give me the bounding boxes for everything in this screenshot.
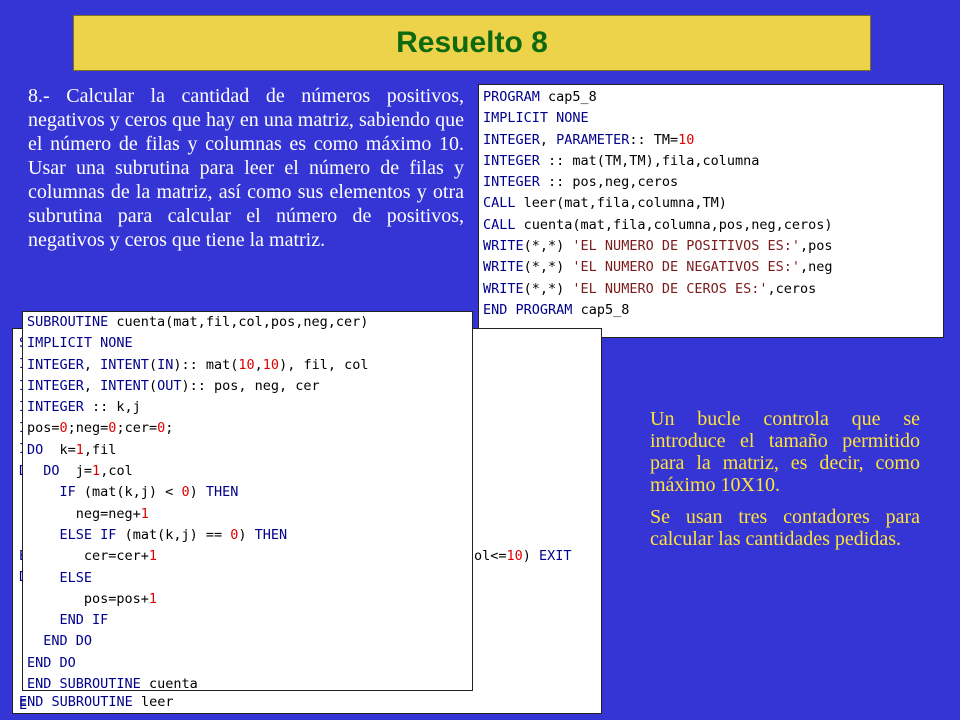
cuenta-code-line: cer=cer+1 — [27, 548, 158, 565]
program-code-line: INTEGER, PARAMETER:: TM=10 — [483, 131, 695, 148]
leer-end-line: END SUBROUTINE leer — [19, 693, 174, 710]
cuenta-code-line: SUBROUTINE cuenta(mat,fil,col,pos,neg,ce… — [27, 314, 369, 330]
cuenta-code-line: neg=neg+1 — [27, 505, 149, 522]
problem-statement: 8.- Calcular la cantidad de números posi… — [28, 85, 464, 251]
cuenta-code-line: INTEGER, INTENT(OUT):: pos, neg, cer — [27, 377, 320, 394]
program-code-line: INTEGER :: mat(TM,TM),fila,columna — [483, 152, 760, 169]
page-title: Resuelto 8 — [396, 26, 548, 59]
cuenta-code-line: END SUBROUTINE cuenta — [27, 676, 198, 691]
title-banner: Resuelto 8 — [73, 15, 871, 71]
cuenta-code-line: ELSE — [59, 569, 93, 586]
program-code-line: CALL leer(mat,fila,columna,TM) — [483, 195, 727, 212]
cuenta-code-line: END DO — [43, 633, 93, 650]
program-code-line: CALL cuenta(mat,fila,columna,pos,neg,cer… — [483, 216, 833, 233]
program-code-line: PROGRAM cap5_8 — [483, 89, 597, 105]
cuenta-code-line: IMPLICIT NONE — [27, 335, 133, 352]
cuenta-code-line: pos=pos+1 — [27, 590, 158, 607]
cuenta-subroutine-code-panel: SUBROUTINE cuenta(mat,fil,col,pos,neg,ce… — [22, 311, 473, 691]
program-code-panel: PROGRAM cap5_8 IMPLICIT NONE INTEGER, PARA… — [478, 84, 944, 338]
cuenta-code-line: ELSE IF (mat(k,j) == 0) THEN — [59, 526, 288, 543]
leer-exit-fragment: ol<=10) EXIT — [474, 547, 572, 564]
side-notes: Un bucle controla que se introduce el ta… — [650, 408, 920, 560]
cuenta-code-line: DO j=1,col — [43, 463, 133, 480]
cuenta-code-line: pos=0;neg=0;cer=0; — [27, 420, 174, 437]
side-note-loop: Un bucle controla que se introduce el ta… — [650, 408, 920, 496]
side-note-counters: Se usan tres contadores para calcular la… — [650, 506, 920, 550]
cuenta-code-line: INTEGER :: k,j — [27, 399, 141, 416]
program-code-line: INTEGER :: pos,neg,ceros — [483, 174, 679, 191]
cuenta-code-line: END DO — [27, 654, 76, 671]
program-code-line: WRITE(*,*) 'EL NUMERO DE NEGATIVOS ES:',… — [483, 259, 833, 276]
program-code-line: WRITE(*,*) 'EL NUMERO DE POSITIVOS ES:',… — [483, 238, 833, 255]
cuenta-code-line: IF (mat(k,j) < 0) THEN — [59, 484, 239, 501]
program-code-line: IMPLICIT NONE — [483, 110, 589, 127]
program-code-line: WRITE(*,*) 'EL NUMERO DE CEROS ES:',cero… — [483, 280, 817, 297]
cuenta-code-line: END IF — [59, 612, 109, 629]
cuenta-code-line: INTEGER, INTENT(IN):: mat(10,10), fil, c… — [27, 356, 369, 373]
program-code-line: END PROGRAM cap5_8 — [483, 301, 630, 318]
cuenta-code-line: DO k=1,fil — [27, 441, 117, 458]
